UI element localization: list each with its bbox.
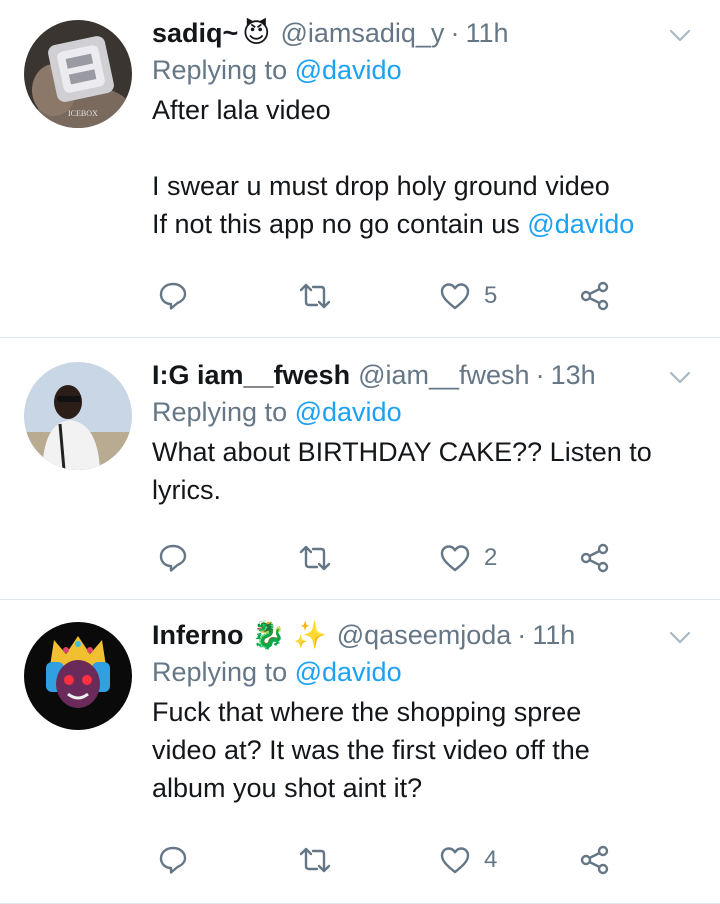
timestamp[interactable]: 11h: [532, 618, 575, 652]
replying-to: Replying to @davido: [152, 52, 700, 88]
mention-link[interactable]: @davido: [527, 209, 634, 239]
retweet-button[interactable]: [298, 840, 332, 880]
retweet-icon: [299, 283, 331, 309]
replying-to: Replying to @davido: [152, 394, 700, 430]
separator: ·: [535, 360, 545, 390]
handle[interactable]: @iam__fwesh: [358, 358, 529, 392]
retweet-icon: [299, 545, 331, 571]
replying-to: Replying to @davido: [152, 654, 700, 690]
text-line: Fuck that where the shopping spree: [152, 697, 582, 727]
text-line: lyrics.: [152, 475, 221, 505]
text-line: video at? It was the first video off the: [152, 735, 590, 765]
tweet-1[interactable]: ICEBOX sadiq~ 😈 @iamsadiq_y · 11h Replyi…: [0, 0, 720, 338]
caret-down-icon[interactable]: [668, 366, 692, 390]
like-icon: [440, 283, 470, 310]
avatar[interactable]: [24, 622, 132, 730]
dragon-emoji: 🐉: [251, 620, 286, 650]
like-icon: [440, 545, 470, 572]
like-button[interactable]: 4: [440, 840, 497, 880]
mention-link[interactable]: @davido: [295, 397, 402, 427]
like-button[interactable]: 5: [440, 276, 497, 316]
caret-down-icon[interactable]: [668, 24, 692, 48]
sparkles-emoji: ✨: [293, 620, 327, 650]
reply-icon: [159, 544, 187, 572]
share-button[interactable]: [580, 840, 610, 880]
caret-down-icon[interactable]: [668, 626, 692, 650]
text-line: What about BIRTHDAY CAKE?? Listen to: [152, 437, 652, 467]
display-name[interactable]: Inferno: [152, 618, 244, 652]
like-count: 5: [484, 282, 498, 309]
replying-prefix: Replying to: [152, 397, 288, 427]
share-icon: [580, 543, 609, 573]
text-line: After lala video: [152, 95, 331, 125]
text-line: I swear u must drop holy ground video: [152, 171, 610, 201]
share-icon: [580, 845, 609, 875]
retweet-icon: [299, 847, 331, 873]
retweet-button[interactable]: [298, 538, 332, 578]
like-count: 2: [484, 544, 498, 571]
reply-icon: [159, 846, 187, 874]
like-count: 4: [484, 846, 498, 873]
share-button[interactable]: [580, 538, 610, 578]
tweet-text: What about BIRTHDAY CAKE?? Listen to lyr…: [152, 433, 700, 509]
like-button[interactable]: 2: [440, 538, 497, 578]
devil-emoji: 😈: [242, 18, 271, 48]
tweet-text: Fuck that where the shopping spree video…: [152, 693, 700, 807]
retweet-button[interactable]: [298, 276, 332, 316]
handle[interactable]: @qaseemjoda: [337, 618, 512, 652]
replying-prefix: Replying to: [152, 55, 288, 85]
display-name[interactable]: sadiq~: [152, 16, 238, 50]
timestamp[interactable]: 13h: [551, 358, 596, 392]
text-line: album you shot aint it?: [152, 773, 423, 803]
tweet-text: After lala video I swear u must drop hol…: [152, 91, 700, 243]
share-icon: [580, 281, 609, 311]
share-button[interactable]: [580, 276, 610, 316]
reply-button[interactable]: [158, 276, 188, 316]
reply-button[interactable]: [158, 840, 188, 880]
reply-button[interactable]: [158, 538, 188, 578]
like-icon: [440, 847, 470, 874]
text-line: If not this app no go contain us: [152, 209, 520, 239]
mention-link[interactable]: @davido: [295, 657, 402, 687]
tweet-3[interactable]: Inferno 🐉 ✨ @qaseemjoda · 11h Replying t…: [0, 600, 720, 904]
mention-link[interactable]: @davido: [295, 55, 402, 85]
avatar[interactable]: [24, 362, 132, 470]
reply-icon: [159, 282, 187, 310]
timestamp[interactable]: 11h: [465, 16, 508, 50]
separator: ·: [517, 620, 527, 650]
tweet-2[interactable]: I:G iam__fwesh @iam__fwesh · 13h Replyin…: [0, 338, 720, 600]
avatar[interactable]: ICEBOX: [24, 20, 132, 128]
avatar-caption: ICEBOX: [68, 109, 98, 118]
display-name[interactable]: I:G iam__fwesh: [152, 358, 350, 392]
separator: ·: [450, 18, 460, 48]
handle[interactable]: @iamsadiq_y: [280, 16, 444, 50]
replying-prefix: Replying to: [152, 657, 288, 687]
